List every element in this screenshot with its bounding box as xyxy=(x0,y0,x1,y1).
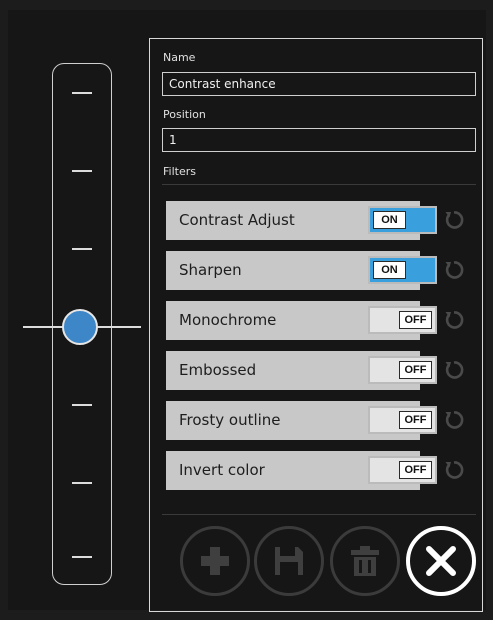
actions-divider xyxy=(162,514,476,515)
reset-icon[interactable] xyxy=(443,209,465,231)
filter-row-embossed: Embossed OFF xyxy=(166,351,437,390)
toggle-state: OFF xyxy=(399,461,432,479)
position-label: Position xyxy=(163,108,206,121)
filter-toggle[interactable]: ON xyxy=(368,206,437,234)
toggle-state: OFF xyxy=(399,311,432,329)
filter-label: Embossed xyxy=(179,361,257,379)
filter-label: Monochrome xyxy=(179,311,277,329)
slider-tick xyxy=(72,92,92,94)
filter-toggle[interactable]: ON xyxy=(368,256,437,284)
filter-label: Invert color xyxy=(179,461,265,479)
reset-icon[interactable] xyxy=(443,459,465,481)
reset-icon[interactable] xyxy=(443,359,465,381)
filter-toggle[interactable]: OFF xyxy=(368,456,437,484)
position-input[interactable] xyxy=(162,128,476,152)
filter-label: Contrast Adjust xyxy=(179,211,295,229)
filter-label: Frosty outline xyxy=(179,411,281,429)
slider-tick xyxy=(72,404,92,406)
slider-tick xyxy=(72,170,92,172)
filter-row-contrast-adjust: Contrast Adjust ON xyxy=(166,201,437,240)
name-input[interactable] xyxy=(162,72,476,96)
toggle-state: OFF xyxy=(399,361,432,379)
slider-tick xyxy=(72,248,92,250)
add-button[interactable] xyxy=(180,526,250,596)
filters-label: Filters xyxy=(163,165,196,178)
slider-tick xyxy=(72,482,92,484)
toggle-state: ON xyxy=(373,261,406,279)
toggle-state: ON xyxy=(373,211,406,229)
filter-preset-panel: Name Position Filters Contrast Adjust ON… xyxy=(149,38,483,612)
filter-row-frosty-outline: Frosty outline OFF xyxy=(166,401,437,440)
reset-icon[interactable] xyxy=(443,409,465,431)
filter-row-monochrome: Monochrome OFF xyxy=(166,301,437,340)
filters-divider xyxy=(162,184,476,185)
reset-icon[interactable] xyxy=(443,309,465,331)
slider-thumb[interactable] xyxy=(62,309,98,345)
close-button[interactable] xyxy=(406,526,476,596)
trash-icon xyxy=(351,546,379,576)
name-label: Name xyxy=(163,51,196,64)
filter-label: Sharpen xyxy=(179,261,242,279)
delete-button[interactable] xyxy=(330,526,400,596)
reset-icon[interactable] xyxy=(443,259,465,281)
filter-row-sharpen: Sharpen ON xyxy=(166,251,437,290)
plus-icon xyxy=(201,547,229,575)
filter-toggle[interactable]: OFF xyxy=(368,356,437,384)
filter-row-invert-color: Invert color OFF xyxy=(166,451,437,490)
floppy-disk-icon xyxy=(275,547,303,575)
toggle-state: OFF xyxy=(399,411,432,429)
close-icon xyxy=(426,546,456,576)
filter-toggle[interactable]: OFF xyxy=(368,406,437,434)
save-button[interactable] xyxy=(254,526,324,596)
filter-toggle[interactable]: OFF xyxy=(368,306,437,334)
slider-tick xyxy=(72,556,92,558)
